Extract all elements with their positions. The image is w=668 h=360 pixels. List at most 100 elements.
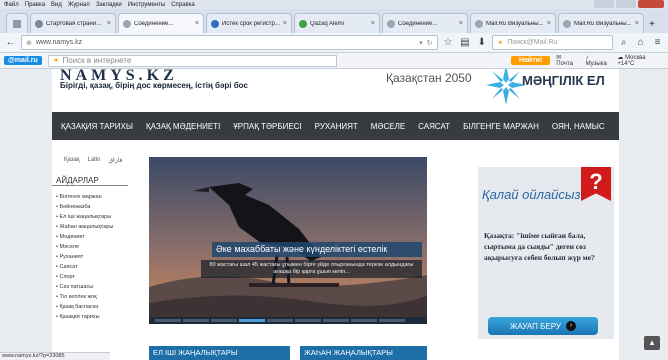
menu-edit[interactable]: Правка (25, 2, 45, 8)
tab-favicon-icon (563, 19, 571, 28)
tab-mailru-1[interactable]: Mail.Ru Визуальны... × (470, 13, 556, 33)
tab-close-icon[interactable]: × (195, 20, 199, 27)
tab-registration[interactable]: Истек срок регистр... × (206, 13, 292, 33)
mangilik-el-title[interactable]: МӘҢГІЛІК ЕЛ (522, 73, 605, 88)
nav-item-problem[interactable]: МӘСЕЛЕ (371, 122, 405, 131)
tab-qazaq-alemi[interactable]: Qazaq Alemi × (294, 13, 380, 33)
globe-icon: ⊕ (25, 39, 32, 47)
slider-dot[interactable] (239, 319, 265, 322)
section-link[interactable]: Сөз патшасы (56, 282, 132, 292)
slider-dot[interactable] (183, 319, 209, 322)
nav-item-history[interactable]: ҚАЗАҚИЯ ТАРИХЫ (61, 122, 133, 131)
search-magnifier-icon[interactable]: ⌕ (617, 36, 630, 50)
section-link[interactable]: Бейнежазба (56, 202, 132, 212)
music-link[interactable]: ♪ Музыка (586, 55, 612, 67)
status-bar: www.namys.kz/?p=23085 (0, 352, 110, 360)
maximize-button[interactable] (616, 0, 636, 8)
nav-item-culture[interactable]: ҚАЗАҚ МӘДЕНИЕТІ (146, 122, 220, 131)
menu-icon[interactable]: ≡ (651, 36, 664, 50)
scroll-to-top-button[interactable]: ▲ (644, 336, 660, 350)
lang-latin[interactable]: Latin (87, 157, 100, 164)
world-news-header[interactable]: ЖАҺАН ЖАҢАЛЫҚТАРЫ (300, 346, 427, 360)
section-link[interactable]: Мәселе (56, 242, 132, 252)
bookmark-star-icon[interactable]: ☆ (442, 36, 455, 50)
nav-item-upbringing[interactable]: ҰРПАҚ ТӘРБИЕСІ (233, 122, 301, 131)
navigation-bar: ← ⊕ www.namys.kz ▾ ↻ ☆ ▤ ⬇ ✶ Поиск@Mail.… (0, 33, 668, 53)
section-link[interactable]: Спорт (56, 272, 132, 282)
mailru-search-icon: ✶ (52, 56, 60, 65)
tab-close-icon[interactable]: × (547, 20, 551, 27)
scroll-track[interactable] (662, 69, 668, 360)
mailru-search-icon: ✶ (497, 39, 504, 47)
section-link[interactable]: Тіл кеплек жоқ (56, 292, 132, 302)
url-text[interactable]: www.namys.kz (36, 39, 415, 46)
section-link[interactable]: Білгенге маржан (56, 192, 132, 202)
bookmarks-list-icon[interactable]: ▤ (458, 36, 471, 50)
slider-dot[interactable] (295, 319, 321, 322)
tab-connection[interactable]: Соединение... × (118, 13, 204, 33)
weather-link[interactable]: ☁ Москва +14°C (617, 54, 664, 67)
slider-dot[interactable] (379, 319, 405, 322)
menu-bookmarks[interactable]: Закладки (96, 2, 122, 8)
slider-dot[interactable] (267, 319, 293, 322)
lang-arabic[interactable]: قازاق (109, 157, 123, 164)
local-news-header[interactable]: ЕЛ ІШІ ЖАҢАЛЫҚТАРЫ (149, 346, 290, 360)
tab-mailru-2[interactable]: Mail.Ru Визуальны... × (558, 13, 644, 33)
tab-connection-2[interactable]: Соединение... × (382, 13, 468, 33)
nav-item-politics[interactable]: САЯСАТ (418, 122, 450, 131)
slider-dot[interactable] (211, 319, 237, 322)
section-link[interactable]: Қазақия тарихы (56, 312, 132, 322)
menu-history[interactable]: Журнал (68, 2, 90, 8)
tab-close-icon[interactable]: × (635, 20, 639, 27)
panorama-icon (13, 19, 21, 28)
poll-question: Қазақта: "ішіме сыйған бала, сыртыма да … (484, 231, 595, 262)
slider-dot[interactable] (323, 319, 349, 322)
tab-favicon-icon (299, 19, 307, 28)
back-arrow-icon[interactable]: ← (4, 36, 17, 50)
tab-start[interactable]: Стартовая страниц... × (30, 13, 116, 33)
section-link[interactable]: Руханият (56, 252, 132, 262)
mailru-logo[interactable]: @mail.ru (4, 56, 42, 65)
mailru-search-input[interactable]: ✶ Поиск в интернете (47, 54, 337, 67)
slider-dot[interactable] (351, 319, 377, 322)
tab-close-icon[interactable]: × (371, 20, 375, 27)
section-link[interactable]: Мәдениет (56, 232, 132, 242)
featured-slider[interactable]: Әке махаббаты және күнделіктегі естелік … (149, 157, 427, 324)
tab-close-icon[interactable]: × (459, 20, 463, 27)
section-link[interactable]: Қазақ баспасөз (56, 302, 132, 312)
home-icon[interactable]: ⌂ (634, 36, 647, 50)
menu-view[interactable]: Вид (51, 2, 62, 8)
kazakhstan-2050-banner[interactable]: Қазақстан 2050 (386, 71, 472, 85)
tab-panorama[interactable] (6, 13, 28, 33)
nav-item-pearls[interactable]: БІЛГЕНГЕ МАРЖАН (463, 122, 539, 131)
lang-kazakh[interactable]: Қазақ (64, 157, 79, 164)
menu-help[interactable]: Справка (171, 2, 195, 8)
downloads-icon[interactable]: ⬇ (475, 36, 488, 50)
site-main-nav: ҚАЗАҚИЯ ТАРИХЫ ҚАЗАҚ МӘДЕНИЕТІ ҰРПАҚ ТӘР… (52, 112, 619, 140)
right-sidebar: Қалай ойлайсыз ? Қазақта: "ішіме сыйған … (472, 157, 619, 357)
dropdown-icon[interactable]: ▾ (419, 39, 423, 47)
slide-caption[interactable]: Әке махаббаты және күнделіктегі естелік (212, 242, 422, 257)
answer-button[interactable]: ЖАУАП БЕРУ › (488, 317, 598, 335)
section-link[interactable]: Саясат (56, 262, 132, 272)
tab-close-icon[interactable]: × (107, 20, 111, 27)
slider-pager (149, 317, 427, 324)
menu-tools[interactable]: Инструменты (128, 2, 165, 8)
slider-dot[interactable] (155, 319, 181, 322)
tab-close-icon[interactable]: × (283, 20, 287, 27)
address-bar[interactable]: ⊕ www.namys.kz ▾ ↻ (20, 35, 438, 50)
nav-item-wake-up[interactable]: ОЯН, НАМЫС (552, 122, 605, 131)
mailru-find-button[interactable]: Найти! (510, 56, 551, 65)
minimize-button[interactable] (594, 0, 614, 8)
nav-item-spirituality[interactable]: РУХАНИЯТ (315, 122, 358, 131)
section-link[interactable]: Ел іші жаңалықтары (56, 212, 132, 222)
menu-file[interactable]: Файл (4, 2, 19, 8)
section-link[interactable]: Жаһан жаңалықтары (56, 222, 132, 232)
sections-list: Білгенге маржан Бейнежазба Ел іші жаңалы… (52, 192, 132, 322)
mail-link[interactable]: ✉ Почта (556, 54, 579, 67)
left-sidebar: Қазақ Latin قازاق АЙДАРЛАР Білгенге марж… (52, 157, 132, 322)
close-window-button[interactable] (638, 0, 664, 8)
search-input[interactable]: ✶ Поиск@Mail.Ru (492, 35, 614, 50)
reload-icon[interactable]: ↻ (427, 39, 433, 47)
new-tab-button[interactable]: + (646, 17, 658, 33)
